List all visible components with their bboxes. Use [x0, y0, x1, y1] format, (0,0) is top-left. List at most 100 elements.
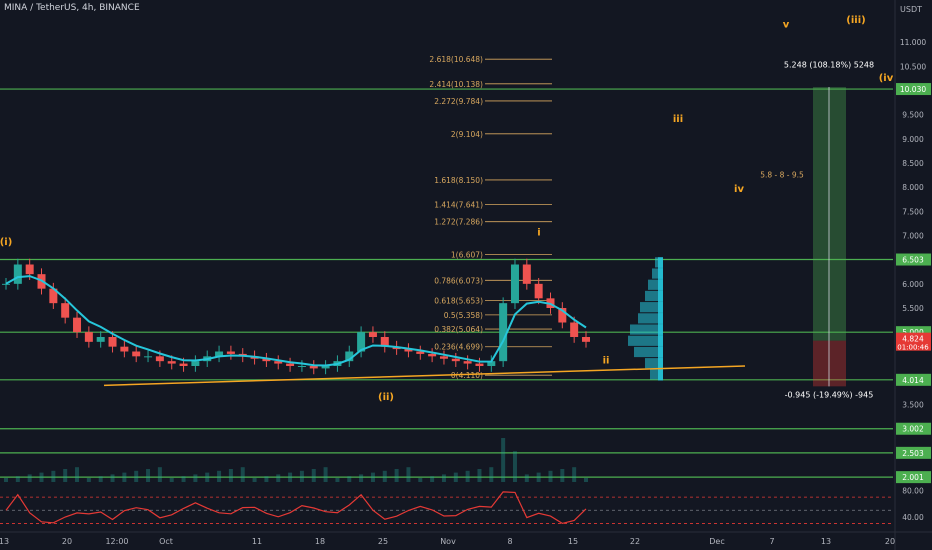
volume-bar	[228, 469, 233, 482]
candle-body	[2, 283, 10, 285]
fib-label: 2(9.104)	[451, 130, 483, 139]
wave-label: (iv	[879, 73, 894, 84]
x-tick-label: Nov	[440, 537, 456, 546]
candle-body	[286, 363, 295, 366]
volume-bar	[205, 472, 210, 482]
volume-bar	[560, 469, 565, 482]
candle-body	[297, 366, 306, 367]
ema-line	[5, 275, 587, 367]
volume-bar	[122, 472, 127, 482]
candle-body	[61, 303, 70, 318]
rsi-tick-label: 80.00	[902, 487, 924, 496]
candle-body	[179, 363, 188, 366]
price-axis	[895, 0, 932, 550]
volume-profile-poc	[658, 257, 663, 381]
y-tick-label: 11.000	[900, 38, 926, 47]
volume-profile-bar	[628, 335, 663, 346]
candle-body	[120, 346, 129, 352]
candle-body	[155, 356, 164, 362]
candle-body	[451, 358, 460, 362]
rsi-tick-label: 40.00	[902, 513, 924, 522]
fib-label: 1(6.607)	[451, 250, 483, 259]
fib-label: 2.414(10.138)	[429, 80, 483, 89]
wave-label: iii	[673, 114, 683, 125]
fib-label: 0(4.110)	[451, 371, 483, 380]
fib-label: 1.414(7.641)	[434, 201, 483, 210]
x-tick-label: 22	[630, 537, 640, 546]
candle-body	[96, 337, 105, 342]
volume-bar	[181, 476, 186, 482]
price-level-tag-label: 2.503	[902, 449, 924, 458]
volume-bar	[240, 467, 245, 482]
y-tick-label: 7.500	[902, 207, 924, 216]
wave-label: (ii)	[378, 392, 394, 403]
x-tick-label: Oct	[159, 537, 173, 546]
volume-bar	[584, 478, 588, 482]
y-tick-label: 3.500	[902, 401, 924, 410]
volume-bar	[39, 472, 44, 482]
y-tick-label: 5.500	[902, 304, 924, 313]
price-level-tag-label: 6.503	[902, 256, 924, 265]
volume-bar	[63, 469, 68, 482]
position-target-label: 5.248 (108.18%) 5248	[784, 60, 874, 69]
candle-body	[510, 264, 519, 304]
candle-body	[499, 303, 508, 362]
volume-bar	[524, 474, 529, 482]
candle-countdown: 01:00:46	[897, 344, 929, 352]
fib-label: 0.236(4.699)	[434, 343, 483, 352]
wave-label: v	[783, 20, 790, 31]
volume-bar	[418, 478, 423, 482]
wave-label: i	[537, 228, 540, 239]
candle-body	[439, 356, 448, 359]
candle-body	[108, 337, 117, 347]
y-tick-label: 9.500	[902, 111, 924, 120]
volume-bar	[335, 478, 340, 482]
volume-bar	[110, 474, 115, 482]
y-tick-label: 10.500	[900, 62, 926, 71]
volume-bar	[134, 470, 139, 482]
candle-body	[13, 264, 22, 284]
y-tick-label: 6.000	[902, 280, 924, 289]
volume-bar	[394, 469, 399, 482]
volume-bar	[441, 474, 446, 482]
y-tick-label: 7.000	[902, 232, 924, 241]
candle-body	[534, 283, 543, 299]
volume-bar	[157, 467, 162, 482]
volume-bar	[276, 474, 281, 482]
x-tick-label: 11	[252, 537, 262, 546]
x-tick-label: 13	[821, 537, 831, 546]
rsi-line	[5, 491, 587, 525]
position-stop-label: -0.945 (-19.49%) -945	[785, 390, 874, 399]
candle-body	[84, 332, 93, 342]
volume-bar	[51, 470, 56, 482]
price-level-tag-label: 10.030	[900, 85, 926, 94]
position-loss-zone	[813, 340, 846, 387]
volume-bar	[347, 476, 352, 482]
wave-label: (iii)	[846, 15, 865, 26]
volume-bar	[27, 474, 32, 482]
x-tick-label: 12:00	[105, 537, 128, 546]
volume-bar	[370, 472, 375, 482]
volume-bar	[299, 470, 304, 482]
candle-body	[582, 337, 590, 342]
volume-bar	[406, 467, 411, 482]
currency-label: USDT	[900, 5, 922, 14]
fib-label: 0.5(5.358)	[444, 311, 483, 320]
volume-bar	[382, 470, 387, 482]
y-tick-label: 9.000	[902, 135, 924, 144]
wave-label: (i)	[0, 237, 12, 248]
volume-bar	[252, 478, 257, 482]
target-range-label: 5.8 - 8 - 9.5	[760, 171, 804, 180]
support-trendline	[103, 365, 746, 387]
volume-bar	[193, 474, 198, 482]
y-tick-label: 8.000	[902, 183, 924, 192]
candle-body	[144, 356, 153, 358]
volume-bar	[512, 451, 517, 482]
wave-label: iv	[734, 184, 744, 195]
candle-body	[25, 264, 34, 275]
candle-body	[167, 361, 176, 364]
candle-body	[368, 332, 377, 337]
candle-body	[428, 353, 437, 357]
x-tick-label: 13	[0, 537, 9, 546]
x-tick-label: 20	[885, 537, 895, 546]
